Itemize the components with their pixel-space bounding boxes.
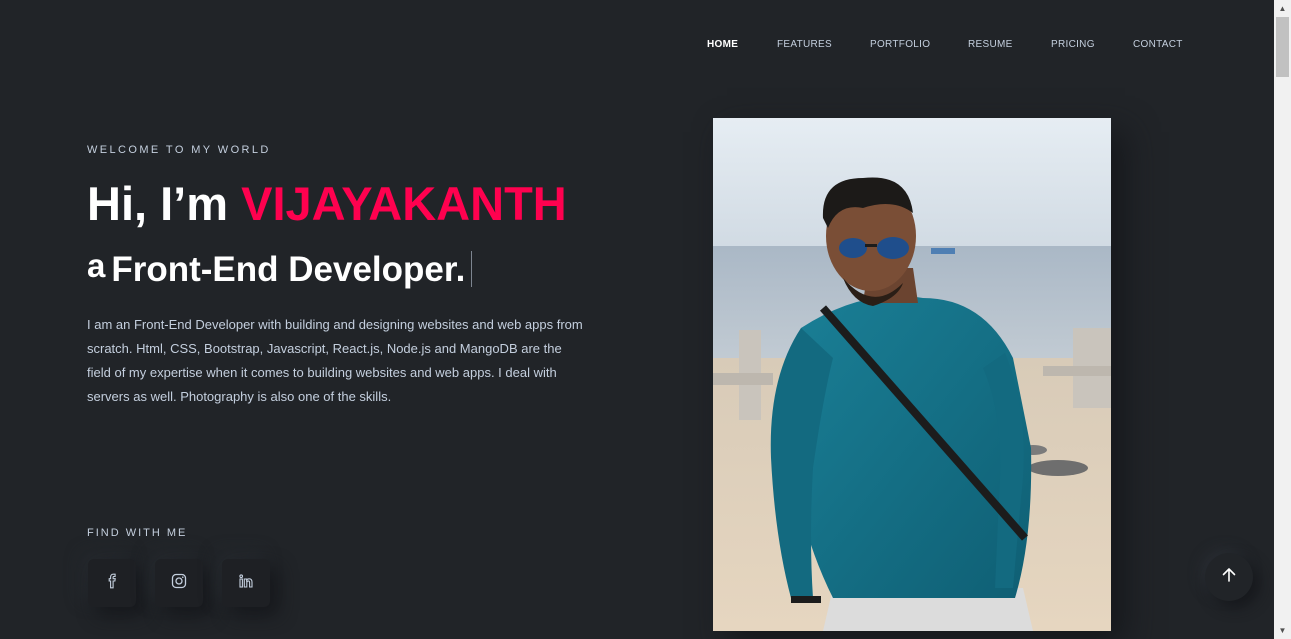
profile-photo	[713, 118, 1111, 631]
welcome-eyebrow: WELCOME TO MY WORLD	[87, 144, 271, 156]
scroll-up-arrow-icon[interactable]: ▲	[1274, 0, 1291, 17]
hero-bio: I am an Front-End Developer with buildin…	[87, 317, 583, 404]
hero-role: Front-End Developer.	[111, 250, 466, 289]
typing-cursor	[471, 250, 473, 287]
facebook-button[interactable]	[88, 559, 136, 607]
nav-features[interactable]: FEATURES	[777, 39, 832, 50]
hero-sub-prefix: a	[87, 247, 106, 284]
page: HOME FEATURES PORTFOLIO RESUME PRICING C…	[0, 0, 1291, 639]
linkedin-icon	[238, 573, 254, 594]
hero-greeting: Hi, I’m	[87, 177, 242, 230]
nav-contact[interactable]: CONTACT	[1133, 39, 1183, 50]
hero-name: VIJAYAKANTH	[241, 177, 567, 230]
arrow-up-icon	[1220, 566, 1238, 589]
scroll-to-top-button[interactable]	[1205, 553, 1253, 601]
instagram-icon	[171, 573, 187, 594]
instagram-button[interactable]	[155, 559, 203, 607]
hero-title: Hi, I’m VIJAYAKANTH	[87, 178, 567, 230]
facebook-icon	[104, 573, 120, 594]
nav-home[interactable]: HOME	[707, 39, 738, 50]
nav-resume[interactable]: RESUME	[968, 39, 1013, 50]
linkedin-button[interactable]	[222, 559, 270, 607]
scroll-down-arrow-icon[interactable]: ▼	[1274, 622, 1291, 639]
nav-pricing[interactable]: PRICING	[1051, 39, 1095, 50]
page-scrollbar[interactable]: ▲ ▼	[1274, 0, 1291, 639]
hero-subtitle: a Front-End Developer.	[87, 247, 473, 290]
find-with-me-label: FIND WITH ME	[87, 527, 188, 539]
scroll-thumb[interactable]	[1276, 17, 1289, 77]
nav-portfolio[interactable]: PORTFOLIO	[870, 39, 930, 50]
